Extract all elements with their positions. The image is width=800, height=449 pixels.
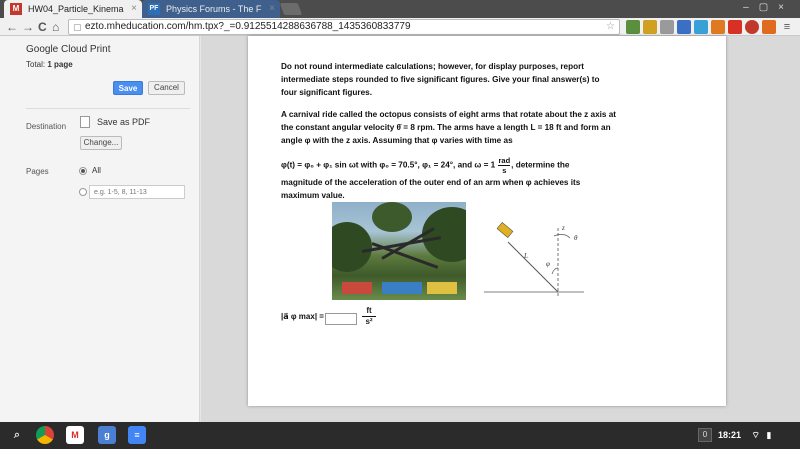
docs-icon[interactable]: ≡ [128, 426, 146, 444]
preview-page: Do not round intermediate calculations; … [248, 36, 726, 406]
extension-icon[interactable] [677, 20, 691, 34]
answer-input[interactable] [325, 313, 357, 325]
search-icon[interactable]: ⌕ [8, 426, 26, 444]
pages-range-radio[interactable] [79, 188, 87, 196]
pdf-document-icon [80, 116, 90, 128]
chrome-icon[interactable] [36, 426, 54, 444]
extension-icon[interactable] [711, 20, 725, 34]
page-range-input[interactable] [89, 185, 185, 199]
change-destination-button[interactable]: Change... [80, 136, 122, 150]
problem-statement: A carnival ride called the octopus consi… [281, 110, 617, 145]
reload-icon[interactable]: C [38, 19, 47, 35]
extension-icon[interactable] [660, 20, 674, 34]
window-controls[interactable]: –▢× [743, 2, 794, 13]
divider [26, 108, 190, 109]
clock: 18:21 [718, 430, 742, 440]
tab-physics-forums[interactable]: PF Physics Forums - The F × [142, 0, 280, 18]
extension-icon[interactable] [762, 20, 776, 34]
mcgraw-favicon-icon: M [10, 3, 22, 15]
close-tab-icon[interactable]: × [269, 0, 275, 18]
z-axis-label: z [561, 224, 565, 232]
page-total: Total: 1 page [26, 60, 73, 69]
theta-label: θ [574, 234, 578, 242]
pages-all-label: All [92, 166, 101, 175]
destination-value: Save as PDF [97, 117, 151, 127]
phi-label: φ [546, 260, 550, 268]
instructions-text: Do not round intermediate calculations; … [281, 62, 600, 97]
tab-hw04[interactable]: M HW04_Particle_Kinema × [4, 0, 142, 18]
tab-label: HW04_Particle_Kinema [28, 4, 124, 14]
wifi-icon: ⌔ [751, 430, 761, 440]
extension-icon[interactable] [643, 20, 657, 34]
destination-label: Destination [26, 122, 67, 131]
pages-label: Pages [26, 167, 49, 176]
save-button[interactable]: Save [113, 81, 143, 95]
length-label: L [523, 252, 528, 260]
extension-icon[interactable] [745, 20, 759, 34]
forward-icon[interactable]: → [22, 19, 34, 35]
bookmark-star-icon[interactable]: ☆ [606, 20, 615, 34]
url-text: ezto.mheducation.com/hm.tpx?_=0.91255142… [85, 21, 411, 32]
page-info-icon[interactable]: ▢ [73, 20, 82, 34]
os-taskbar: ⌕ M g ≡ 0 18:21 ⌔ ▮ [0, 422, 800, 449]
home-icon[interactable]: ⌂ [52, 19, 59, 35]
print-preview-area: Do not round intermediate calculations; … [201, 36, 800, 422]
back-icon[interactable]: ← [6, 19, 18, 35]
gmail-icon[interactable]: M [66, 426, 84, 444]
octopus-arm-diagram: z θ L φ [484, 222, 584, 298]
close-tab-icon[interactable]: × [131, 0, 137, 18]
tab-label: Physics Forums - The F [166, 4, 262, 14]
status-tray[interactable]: 18:21 ⌔ ▮ [718, 426, 798, 444]
phi-formula: φ(t) = φ₀ + φ₁ sin ωt with φ₀ = 70.5°, φ… [281, 156, 570, 175]
extension-icon[interactable] [728, 20, 742, 34]
notification-count[interactable]: 0 [698, 428, 712, 442]
menu-icon[interactable]: ≡ [780, 20, 794, 34]
problem-statement-end: magnitude of the acceleration of the out… [281, 178, 581, 200]
browser-toolbar: ← → C ⌂ ▢ ezto.mheducation.com/hm.tpx?_=… [0, 18, 800, 36]
octopus-ride-photo [332, 202, 466, 300]
answer-label: |a⃗ φ max| = [281, 312, 324, 321]
print-settings-panel: Google Cloud Print Total: 1 page Save Ca… [0, 36, 200, 422]
extension-icon[interactable] [626, 20, 640, 34]
pf-favicon-icon: PF [148, 3, 160, 15]
extension-icon[interactable] [694, 20, 708, 34]
print-dialog-title: Google Cloud Print [26, 44, 111, 55]
pages-all-radio[interactable] [79, 167, 87, 175]
answer-unit: ft s² [362, 306, 376, 326]
battery-icon: ▮ [766, 430, 772, 440]
cancel-button[interactable]: Cancel [148, 81, 185, 95]
address-bar[interactable]: ▢ ezto.mheducation.com/hm.tpx?_=0.912551… [68, 19, 620, 35]
google-search-icon[interactable]: g [98, 426, 116, 444]
tab-strip: M HW04_Particle_Kinema × PF Physics Foru… [0, 0, 800, 18]
new-tab-button[interactable] [279, 3, 303, 15]
